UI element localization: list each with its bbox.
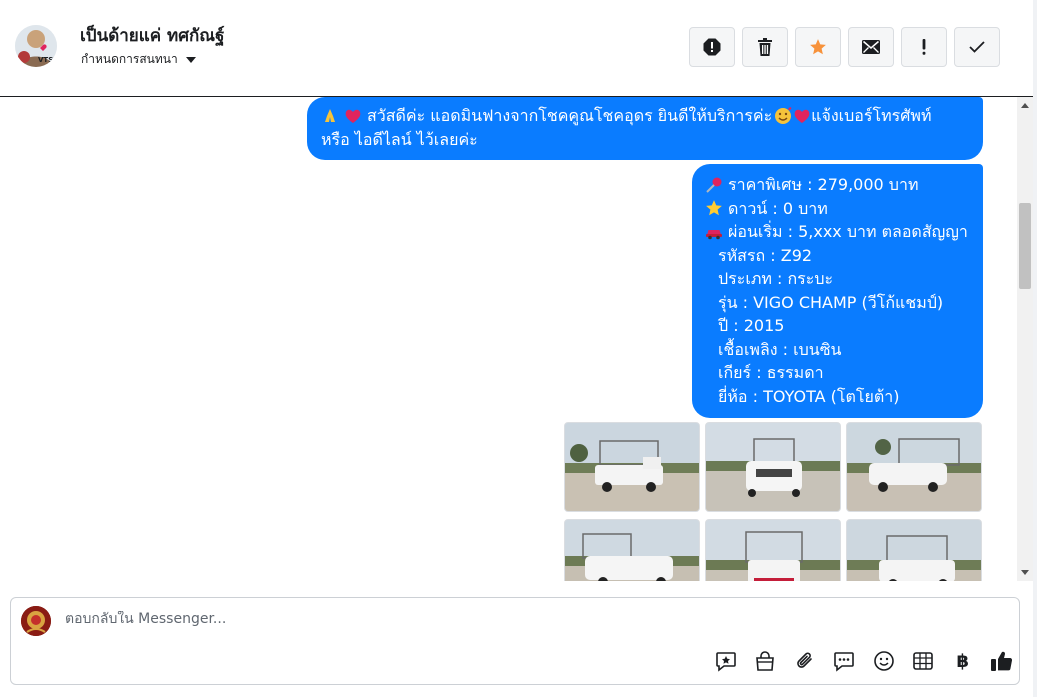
greeting-text-2: หรือ ไอดีไลน์ ไว้เลยค่ะ bbox=[321, 129, 478, 149]
detail-brand: ยี่ห้อ : TOYOTA (โตโยต้า) bbox=[718, 386, 900, 406]
detail-fuel: เชื้อเพลิง : เบนซิน bbox=[718, 339, 842, 359]
pushpin-icon bbox=[706, 177, 722, 193]
detail-down-payment: ดาวน์ : 0 บาท bbox=[728, 198, 828, 218]
car-photo[interactable] bbox=[846, 519, 982, 581]
red-heart-icon bbox=[794, 109, 810, 123]
spam-button[interactable] bbox=[689, 27, 735, 67]
thread-scrollbar[interactable] bbox=[1017, 97, 1033, 581]
check-icon bbox=[969, 41, 985, 53]
shop-bag-icon bbox=[756, 651, 775, 671]
red-heart-icon bbox=[345, 109, 361, 123]
paperclip-icon bbox=[796, 652, 812, 668]
trash-icon bbox=[758, 38, 772, 56]
star-button[interactable] bbox=[795, 27, 841, 67]
header-actions bbox=[689, 27, 1000, 67]
detail-installment: ผ่อนเริ่ม : 5,xxx บาท ตลอดสัญญา bbox=[728, 222, 968, 241]
assign-conversation-dropdown[interactable]: กำหนดการสนทนา bbox=[81, 50, 196, 69]
emoji-button[interactable] bbox=[864, 648, 904, 674]
greeting-text-1: สวัสดีค่ะ แอดมินฟางจากโชคคูณโชคอุดร ยินด… bbox=[367, 106, 773, 125]
assign-label: กำหนดการสนทนา bbox=[81, 52, 178, 66]
star-emoji-icon bbox=[706, 200, 722, 216]
message-thread[interactable]: สวัสดีค่ะ แอดมินฟางจากโชคคูณโชคอุดร ยินด… bbox=[0, 97, 1017, 581]
car-icon bbox=[706, 229, 722, 240]
alert-circle-icon bbox=[703, 38, 721, 56]
praying-hands-icon bbox=[325, 108, 335, 122]
detail-type: ประเภท : กระบะ bbox=[718, 269, 834, 288]
page-avatar bbox=[21, 606, 51, 636]
caret-down-icon bbox=[185, 56, 196, 63]
follow-up-button[interactable] bbox=[901, 27, 947, 67]
payment-button[interactable]: ฿ bbox=[943, 648, 983, 674]
avatar-badge: VTS bbox=[38, 56, 54, 64]
contact-name[interactable]: เป็นด้ายแค่ ทศกัณฐ์ bbox=[80, 22, 224, 49]
car-photo[interactable] bbox=[705, 519, 841, 581]
mark-unread-button[interactable] bbox=[848, 27, 894, 67]
quick-reply-button[interactable] bbox=[825, 648, 865, 674]
car-photo[interactable] bbox=[564, 519, 700, 581]
message-greeting[interactable]: สวัสดีค่ะ แอดมินฟางจากโชคคูณโชคอุดร ยินด… bbox=[307, 97, 983, 160]
detail-price: ราคาพิเศษ : 279,000 บาท bbox=[728, 175, 919, 194]
scroll-up-arrow-icon[interactable] bbox=[1021, 103, 1029, 108]
car-photo[interactable] bbox=[846, 422, 982, 512]
appointment-button[interactable] bbox=[904, 648, 944, 674]
mark-done-button[interactable] bbox=[954, 27, 1000, 67]
chat-bubble-icon bbox=[834, 652, 855, 672]
car-photo[interactable] bbox=[705, 422, 841, 512]
reply-input[interactable] bbox=[65, 611, 965, 627]
exclamation-icon bbox=[922, 39, 926, 55]
shop-button[interactable] bbox=[746, 648, 786, 674]
like-button[interactable] bbox=[983, 648, 1023, 674]
scroll-thumb[interactable] bbox=[1019, 203, 1031, 289]
contact-avatar[interactable]: VTS bbox=[15, 25, 57, 67]
envelope-icon bbox=[862, 40, 880, 54]
saved-reply-button[interactable] bbox=[706, 648, 746, 674]
reply-composer: ฿ bbox=[10, 597, 1020, 685]
star-icon bbox=[810, 39, 826, 55]
detail-car-code: รหัสรถ : Z92 bbox=[718, 245, 813, 265]
saved-reply-icon bbox=[715, 652, 736, 672]
baht-icon: ฿ bbox=[956, 650, 970, 672]
scroll-down-arrow-icon[interactable] bbox=[1021, 570, 1029, 575]
emoji-icon bbox=[873, 651, 894, 671]
conversation-header: VTS เป็นด้ายแค่ ทศกัณฐ์ กำหนดการสนทนา bbox=[0, 0, 1033, 97]
composer-toolbar: ฿ bbox=[706, 648, 1022, 674]
message-car-details[interactable]: ราคาพิเศษ : 279,000 บาท ดาวน์ : 0 บาท ผ่… bbox=[692, 164, 983, 418]
detail-model: รุ่น : VIGO CHAMP (วีโก้แชมป์) bbox=[718, 292, 944, 312]
detail-gear: เกียร์ : ธรรมดา bbox=[718, 363, 824, 382]
table-icon bbox=[913, 652, 934, 670]
car-photo[interactable] bbox=[564, 422, 700, 512]
right-panel-edge bbox=[1033, 0, 1037, 697]
smiling-hearts-face-icon bbox=[775, 106, 792, 124]
attach-file-button[interactable] bbox=[785, 648, 825, 674]
greeting-text-1-tail: แจ้งเบอร์โทรศัพท์ bbox=[811, 106, 932, 125]
delete-button[interactable] bbox=[742, 27, 788, 67]
detail-year: ปี : 2015 bbox=[718, 316, 785, 335]
thumbs-up-icon bbox=[991, 651, 1013, 671]
